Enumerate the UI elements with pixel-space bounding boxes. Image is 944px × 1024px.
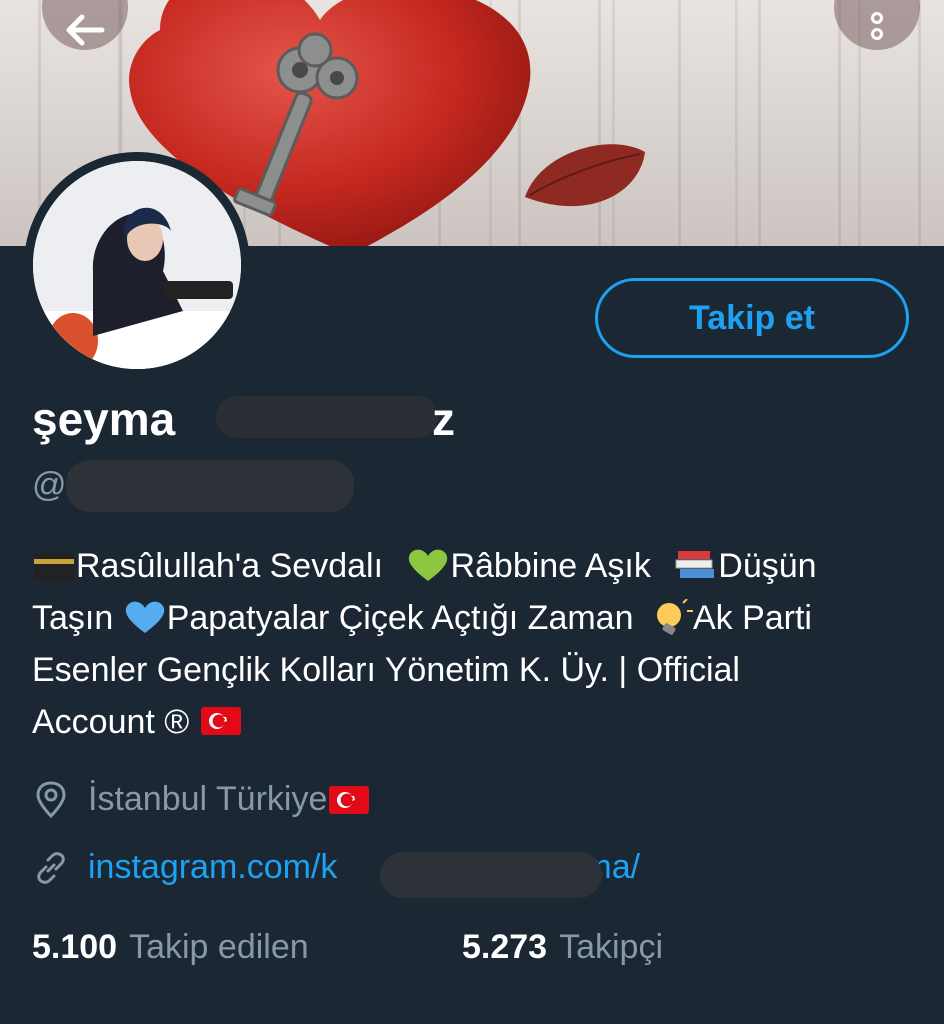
display-name-tail: z	[432, 393, 455, 445]
key-image	[233, 32, 359, 217]
bio-text-2a: Taşın	[32, 599, 114, 637]
bio-text-1c: Düşün	[718, 547, 817, 585]
bio-line-4: Account ®	[32, 696, 922, 748]
redacted-name	[216, 396, 438, 438]
more-vertical-icon	[871, 12, 883, 40]
link-text-prefix[interactable]: instagram.com/k	[88, 848, 337, 887]
bio-text-1a: Rasûlullah'a Sevdalı	[76, 547, 384, 585]
blue-heart-icon	[123, 598, 167, 634]
following-count: 5.100	[32, 928, 118, 966]
location-text: İstanbul Türkiye	[88, 780, 328, 818]
redacted-link	[380, 852, 602, 898]
display-name: şeyma	[32, 393, 176, 445]
avatar-photo	[33, 161, 241, 369]
followers-label: Takipçi	[559, 928, 664, 966]
green-heart-icon	[406, 546, 450, 582]
profile-bio: Rasûlullah'a Sevdalı Râbbine Aşık Düşün …	[32, 540, 922, 748]
bio-text-4: Account ®	[32, 703, 190, 741]
following-label: Takip edilen	[129, 928, 309, 966]
arrow-left-icon	[66, 14, 105, 46]
books-icon	[674, 546, 718, 582]
light-bulb-icon	[649, 597, 693, 635]
following-stat[interactable]: 5.100 Takip edilen	[32, 928, 462, 967]
bio-text-1b: Râbbine Aşık	[450, 547, 651, 585]
avatar-person-illustration	[33, 161, 241, 369]
bio-text-2b: Papatyalar Çiçek Açtığı Zaman	[166, 599, 634, 637]
follow-button[interactable]: Takip et	[595, 278, 909, 358]
bio-line-2: Taşın Papatyalar Çiçek Açtığı Zaman Ak P…	[32, 592, 922, 644]
followers-count: 5.273	[462, 928, 548, 966]
profile-location: İstanbul Türkiye	[32, 780, 371, 819]
turkish-flag-icon	[327, 782, 371, 818]
bio-line-1: Rasûlullah'a Sevdalı Râbbine Aşık Düşün	[32, 540, 922, 592]
followers-stat[interactable]: 5.273 Takipçi	[462, 928, 663, 967]
kaaba-icon	[32, 546, 76, 582]
bio-line-3: Esenler Gençlik Kolları Yönetim K. Üy. |…	[32, 651, 740, 689]
location-pin-icon	[36, 780, 66, 818]
redacted-handle	[66, 460, 354, 512]
profile-avatar[interactable]	[24, 152, 250, 378]
turkish-flag-icon	[199, 702, 243, 738]
follow-stats: 5.100 Takip edilen 5.273 Takipçi	[32, 928, 663, 967]
petal-image	[525, 144, 645, 207]
bio-text-2c: Ak Parti	[692, 599, 812, 637]
link-icon	[37, 851, 65, 884]
